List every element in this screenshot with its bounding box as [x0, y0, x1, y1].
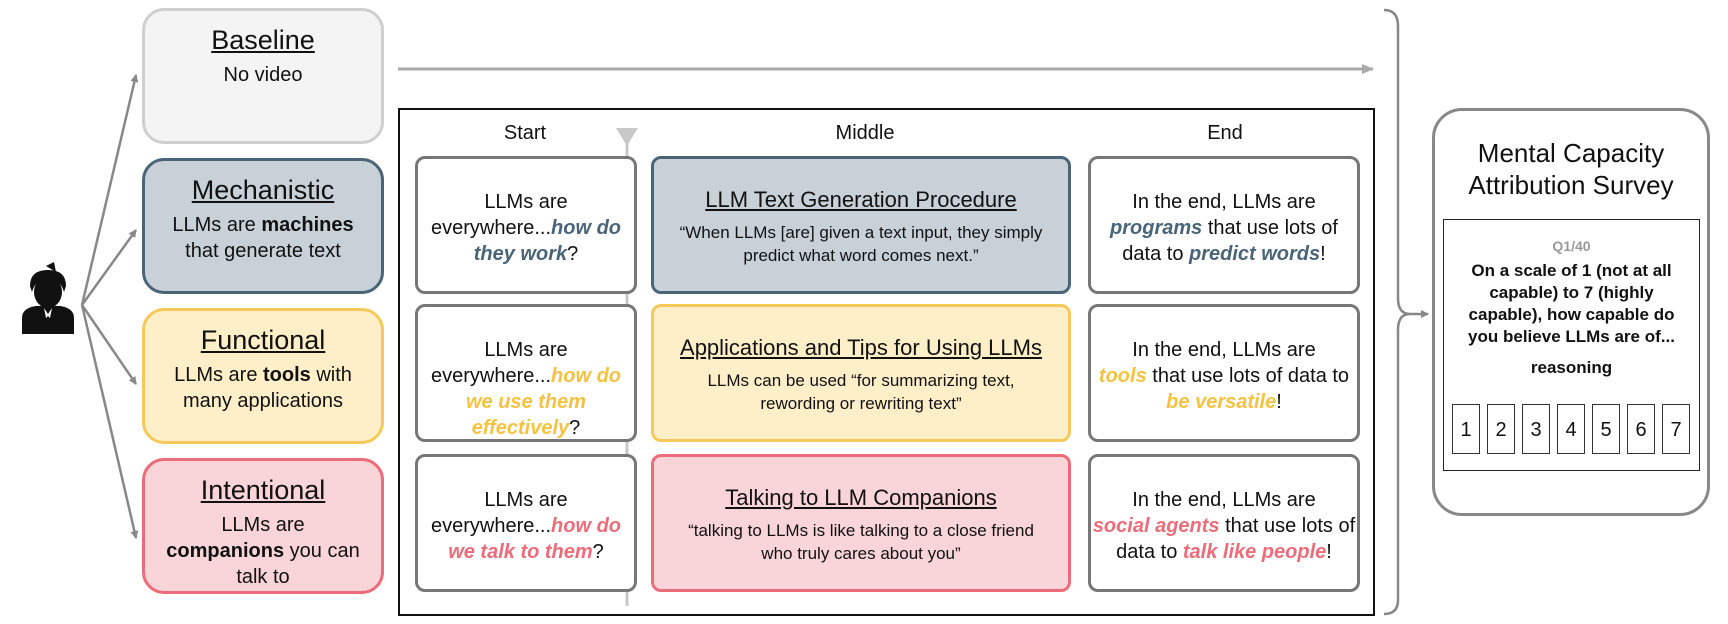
end-text-line: In the end, LLMs are [1132, 339, 1316, 361]
middle-title: Applications and Tips for Using LLMs [680, 335, 1042, 360]
question-number: Q1/40 [1552, 238, 1591, 254]
arrow-to-mechanistic [80, 229, 138, 306]
end-text-noun: tools [1098, 365, 1147, 387]
desc-part: LLMs are [172, 214, 262, 236]
desc-part: LLMs are [174, 364, 264, 386]
middle-quote: “talking to LLMs is like talking to a cl… [688, 521, 1034, 563]
rating-option-7[interactable]: 7 [1662, 404, 1690, 454]
condition-description: LLMs are machines that generate text [145, 212, 381, 264]
start-cell: LLMs are everywhere...how do we use them … [415, 304, 637, 442]
question-box: Q1/40 On a scale of 1 (not at all capabl… [1443, 219, 1700, 471]
middle-quote: “When LLMs [are] given a text input, the… [679, 223, 1043, 265]
end-text: In the end, LLMs are tools that use lots … [1091, 337, 1357, 415]
end-text-line: In the end, LLMs are [1132, 191, 1316, 213]
end-text-verb: talk like people [1182, 541, 1327, 563]
end-cell: In the end, LLMs are programs that use lo… [1088, 156, 1360, 294]
start-text-mark: ? [567, 243, 579, 265]
person-icon [22, 262, 74, 334]
start-text-mark: ? [592, 541, 604, 563]
start-text-line: LLMs are [484, 339, 568, 361]
col-header-end: End [1207, 122, 1243, 144]
bracket [1383, 8, 1411, 616]
col-header-middle: Middle [835, 122, 895, 144]
start-cell: LLMs are everywhere...how do we talk to t… [415, 454, 637, 592]
end-text: In the end, LLMs are programs that use lo… [1091, 189, 1357, 267]
question-trait: reasoning [1530, 358, 1613, 377]
end-text-line: In the end, LLMs are [1132, 489, 1316, 511]
start-cell: LLMs are everywhere...how do they work? [415, 156, 637, 294]
condition-box-functional: Functional LLMs are tools with many appli… [142, 308, 384, 444]
rating-option-4[interactable]: 4 [1557, 404, 1585, 454]
start-text-lead: everywhere... [430, 365, 552, 387]
start-text: LLMs are everywhere...how do we talk to t… [418, 487, 634, 565]
desc-part: machines [261, 214, 354, 236]
rating-option-2[interactable]: 2 [1487, 404, 1515, 454]
end-text-mark: ! [1276, 391, 1282, 413]
desc-part: LLMs are [221, 514, 305, 536]
start-text-lead: everywhere... [430, 515, 552, 537]
rating-option-5[interactable]: 5 [1592, 404, 1620, 454]
middle-quote: LLMs can be used “for summarizing text, … [707, 371, 1015, 413]
condition-title: Intentional [200, 475, 326, 505]
middle-title: Talking to LLM Companions [725, 485, 997, 510]
condition-title: Functional [200, 325, 326, 355]
condition-box-mechanistic: Mechanistic LLMs are machines that genera… [142, 158, 384, 294]
survey-title-line1: Mental Capacity [1477, 138, 1665, 168]
condition-title: Baseline [211, 25, 315, 55]
start-text-line: LLMs are [484, 489, 568, 511]
start-text-line: LLMs are [484, 191, 568, 213]
end-text-noun: social agents [1092, 515, 1220, 537]
rating-option-6[interactable]: 6 [1627, 404, 1655, 454]
desc-part: tools [263, 364, 311, 386]
desc-part: companions [166, 540, 285, 562]
arrow-to-functional [80, 304, 138, 385]
middle-title: LLM Text Generation Procedure [705, 187, 1017, 212]
arrow-to-intentional [80, 304, 139, 539]
condition-box-baseline: Baseline No video [142, 8, 384, 144]
middle-cell: LLM Text Generation Procedure “When LLMs … [651, 156, 1071, 294]
start-text-mark: ? [569, 417, 581, 439]
question-text: On a scale of 1 (not at all capable) to … [1468, 261, 1675, 346]
col-header-start: Start [503, 122, 547, 144]
rating-option-1[interactable]: 1 [1452, 404, 1480, 454]
middle-cell: Talking to LLM Companions “talking to LLM… [651, 454, 1071, 592]
desc-part: that generate text [185, 240, 341, 262]
condition-box-intentional: Intentional LLMs are companions you can t… [142, 458, 384, 594]
start-text-lead: everywhere... [430, 217, 552, 239]
end-cell: In the end, LLMs are social agents that u… [1088, 454, 1360, 592]
end-text: In the end, LLMs are social agents that u… [1091, 487, 1357, 565]
fan-out-arrows [80, 74, 139, 539]
arrow-to-baseline [80, 74, 139, 306]
rating-option-3[interactable]: 3 [1522, 404, 1550, 454]
survey-title-line2: Attribution Survey [1468, 170, 1674, 200]
middle-cell: Applications and Tips for Using LLMs LLMs… [651, 304, 1071, 442]
start-text: LLMs are everywhere...how do they work? [418, 189, 634, 267]
condition-description: LLMs are tools with many applications [145, 362, 381, 414]
survey-panel: Mental Capacity Attribution Survey Q1/40… [1432, 108, 1710, 516]
end-text-mid: that use lots of data to [1146, 365, 1350, 387]
end-text-verb: predict words [1189, 243, 1321, 265]
end-text-verb: be versatile [1166, 391, 1277, 413]
end-cell: In the end, LLMs are tools that use lots … [1088, 304, 1360, 442]
start-text: LLMs are everywhere...how do we use them … [418, 337, 634, 441]
condition-description: No video [145, 62, 381, 88]
end-text-noun: programs [1110, 217, 1203, 239]
end-text-mark: ! [1320, 243, 1326, 265]
condition-description: LLMs are companions you can talk to [145, 512, 381, 590]
condition-title: Mechanistic [191, 175, 335, 205]
end-text-mark: ! [1326, 541, 1332, 563]
desc-part: No video [223, 64, 303, 86]
